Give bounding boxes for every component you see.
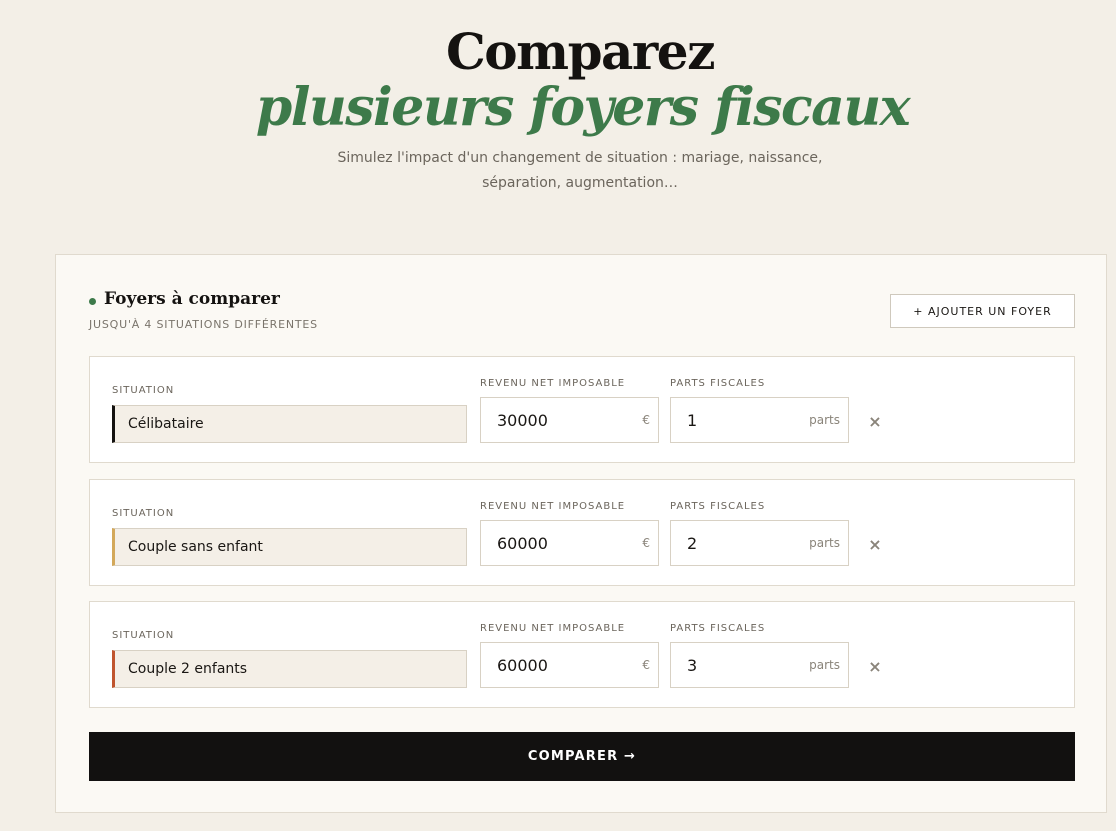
foyer-row: SITUATION REVENU NET IMPOSABLE PARTS FIS… xyxy=(89,356,1075,463)
foyer-row: SITUATION REVENU NET IMPOSABLE PARTS FIS… xyxy=(89,479,1075,586)
parts-label: PARTS FISCALES xyxy=(670,378,766,389)
revenu-label: REVENU NET IMPOSABLE xyxy=(480,623,626,634)
bullet-dot-icon xyxy=(89,298,96,305)
card-kicker: JUSQU'À 4 SITUATIONS DIFFÉRENTES xyxy=(89,318,318,331)
parts-unit: parts xyxy=(809,658,840,672)
add-foyer-button[interactable]: + AJOUTER UN FOYER xyxy=(890,294,1075,328)
parts-value: 3 xyxy=(687,655,698,675)
revenu-label: REVENU NET IMPOSABLE xyxy=(480,378,626,389)
parts-value: 2 xyxy=(687,533,698,553)
hero-subtitle: Simulez l'impact d'un changement de situ… xyxy=(337,150,823,191)
situation-label: SITUATION xyxy=(112,508,175,519)
parts-input[interactable]: 3 parts xyxy=(670,642,849,688)
situation-select[interactable]: Couple 2 enfants xyxy=(112,650,467,688)
remove-foyer-close-icon[interactable]: × xyxy=(866,657,884,676)
parts-unit: parts xyxy=(809,413,840,427)
hero-title: Comparez xyxy=(446,22,715,81)
situation-label: SITUATION xyxy=(112,630,175,641)
parts-label: PARTS FISCALES xyxy=(670,623,766,634)
comparison-card: Foyers à comparer JUSQU'À 4 SITUATIONS D… xyxy=(55,254,1107,813)
page: Comparez plusieurs foyers fiscaux Simule… xyxy=(0,0,1116,831)
situation-label: SITUATION xyxy=(112,385,175,396)
parts-unit: parts xyxy=(809,536,840,550)
parts-value: 1 xyxy=(687,410,698,430)
hero-title-emphasis: plusieurs foyers fiscaux xyxy=(255,77,911,138)
remove-foyer-close-icon[interactable]: × xyxy=(866,412,884,431)
card-title: Foyers à comparer xyxy=(104,289,280,309)
revenu-label: REVENU NET IMPOSABLE xyxy=(480,501,626,512)
situation-select[interactable]: Couple sans enfant xyxy=(112,528,467,566)
parts-input[interactable]: 1 parts xyxy=(670,397,849,443)
revenu-value: 60000 xyxy=(497,655,548,675)
euro-unit: € xyxy=(642,658,650,672)
revenu-value: 60000 xyxy=(497,533,548,553)
revenu-value: 30000 xyxy=(497,410,548,430)
revenu-input[interactable]: 30000 € xyxy=(480,397,659,443)
euro-unit: € xyxy=(642,413,650,427)
compare-button[interactable]: COMPARER → xyxy=(89,732,1075,781)
revenu-input[interactable]: 60000 € xyxy=(480,642,659,688)
remove-foyer-close-icon[interactable]: × xyxy=(866,535,884,554)
euro-unit: € xyxy=(642,536,650,550)
revenu-input[interactable]: 60000 € xyxy=(480,520,659,566)
situation-select[interactable]: Célibataire xyxy=(112,405,467,443)
parts-label: PARTS FISCALES xyxy=(670,501,766,512)
foyer-row: SITUATION REVENU NET IMPOSABLE PARTS FIS… xyxy=(89,601,1075,708)
parts-input[interactable]: 2 parts xyxy=(670,520,849,566)
